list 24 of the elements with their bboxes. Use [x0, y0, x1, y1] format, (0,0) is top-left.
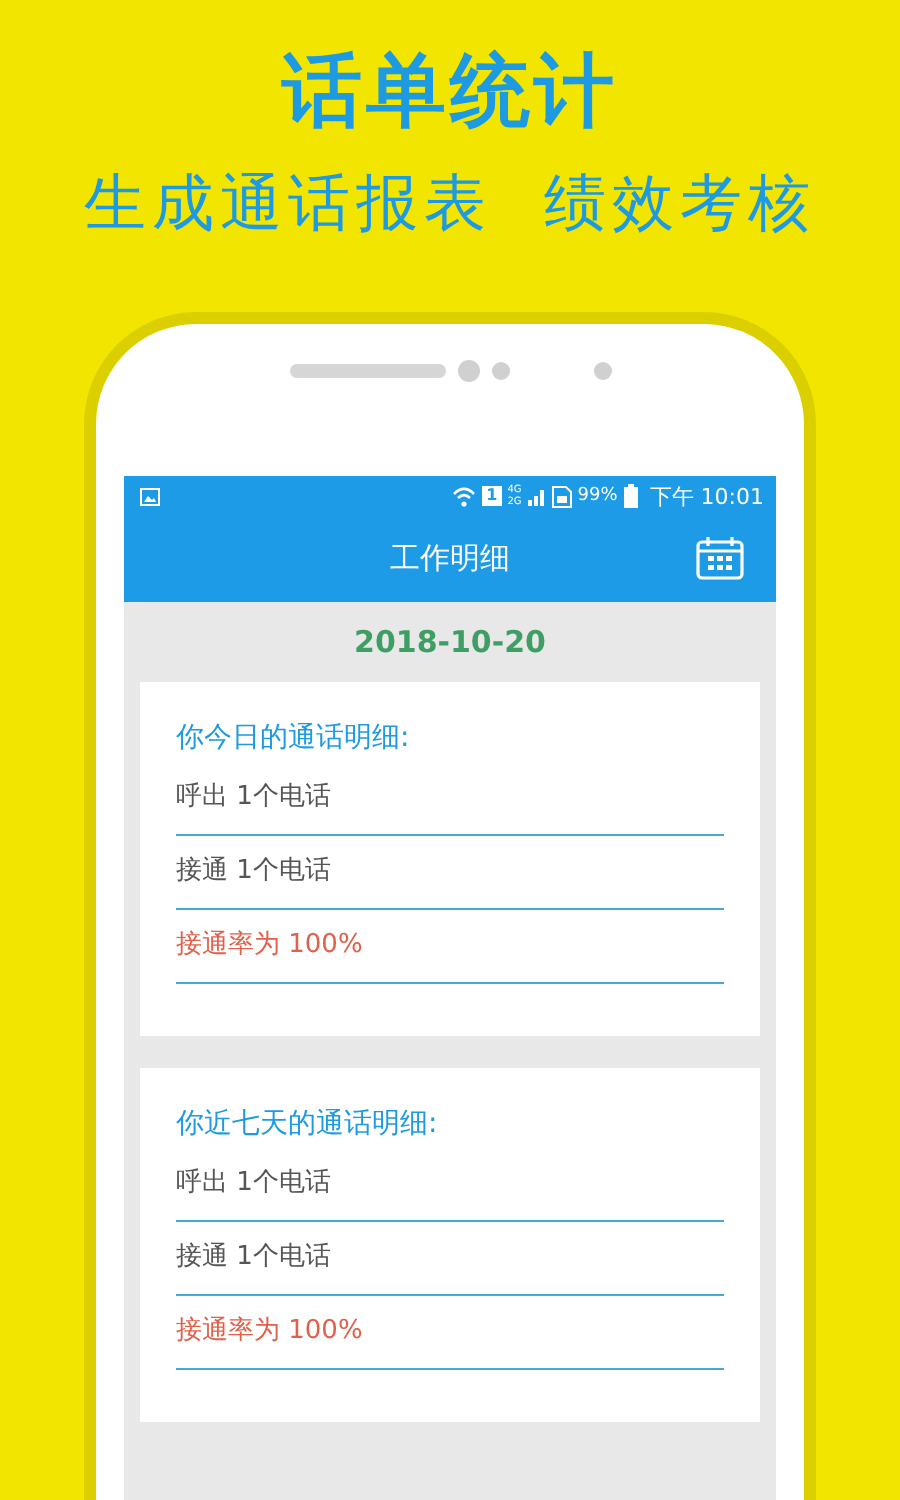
stat-line: 呼出 1个电话 [176, 762, 724, 836]
card-title: 你今日的通话明细: [176, 720, 412, 758]
stat-line: 接通率为 100% [176, 910, 724, 984]
stat-line: 接通 1个电话 [176, 1222, 724, 1296]
toolbar-title: 工作明细 [390, 540, 510, 578]
calendar-icon[interactable] [696, 536, 744, 580]
picture-notification-icon [140, 487, 160, 505]
sim-label: 1 [482, 486, 502, 506]
battery-label: 99% [577, 486, 618, 506]
sensor-icon [491, 362, 509, 380]
stat-line: 接通率为 100% [176, 1296, 724, 1370]
stat-line: 接通 1个电话 [176, 836, 724, 910]
battery-icon [623, 484, 638, 508]
signal-icon [527, 486, 546, 506]
camera-icon [457, 360, 479, 382]
date-label: 2018-10-20 [352, 622, 548, 664]
sim-card-icon [551, 485, 572, 507]
subtitle: 生成通话报表 绩效考核 [84, 166, 816, 244]
sensor-icon [593, 362, 611, 380]
card-title: 你近七天的通话明细: [176, 1106, 440, 1144]
wifi-icon [452, 485, 477, 507]
headline: 话单统计 [282, 44, 618, 140]
status-time: 下午 10:01 [649, 481, 764, 511]
stat-line: 呼出 1个电话 [176, 1148, 724, 1222]
